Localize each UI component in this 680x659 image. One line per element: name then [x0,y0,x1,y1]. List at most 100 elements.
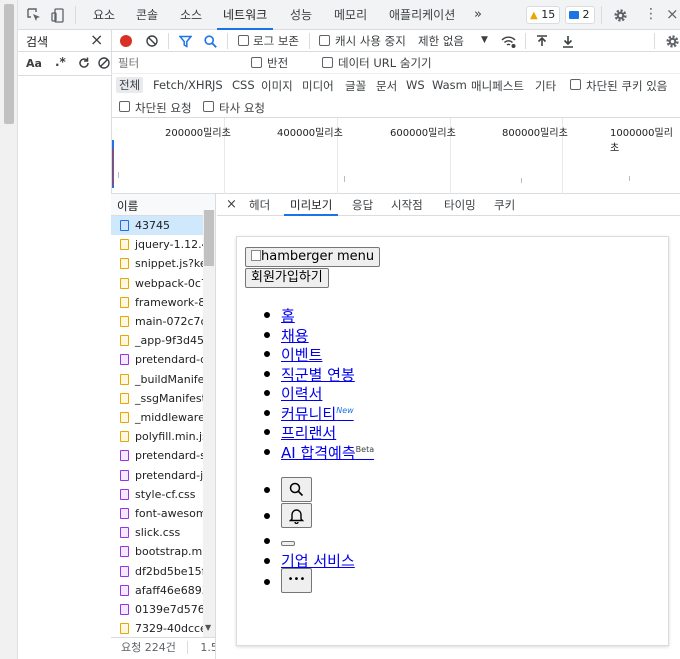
nav-link-events[interactable]: 이벤트 [281,344,322,365]
settings-gear-icon[interactable] [612,7,628,23]
tab-console[interactable]: 콘솔 [136,0,158,30]
import-har-icon[interactable] [535,33,549,49]
type-css[interactable]: CSS [232,78,255,92]
tab-sources[interactable]: 소스 [180,0,202,30]
tab-elements[interactable]: 요소 [93,0,115,30]
type-js[interactable]: JS [212,78,223,92]
disable-cache-checkbox[interactable] [319,35,330,46]
request-row[interactable]: style-cf.css [111,485,203,504]
page-scrollbar-thumb[interactable] [4,4,14,124]
tab-memory[interactable]: 메모리 [334,0,367,30]
request-row[interactable]: slick.css [111,523,203,542]
request-row[interactable]: bootstrap.min [111,542,203,561]
close-devtools-icon[interactable]: × [666,6,679,22]
network-conditions-icon[interactable] [500,33,516,49]
messages-badge[interactable]: 2 [565,6,595,24]
hamburger-menu-button[interactable]: hamberger menu [245,247,381,267]
blocked-cookies-checkbox[interactable] [570,79,581,90]
request-row[interactable]: jquery-1.12.4. [111,235,203,254]
timeline-overview[interactable]: 200000밀리초 400000밀리초 600000밀리초 800000밀리초 … [111,118,680,194]
invert-checkbox[interactable] [251,57,262,68]
nav-link-freelancer[interactable]: 프리랜서 [281,422,336,443]
notification-button[interactable] [281,503,312,528]
tab-preview[interactable]: 미리보기 [284,194,339,216]
request-row[interactable]: main-072c7c4 [111,312,203,331]
type-wasm[interactable]: Wasm [432,78,467,92]
tab-cookies[interactable]: 쿠키 [494,194,515,216]
type-fetch-xhr[interactable]: Fetch/XHR [153,78,213,92]
tab-response[interactable]: 응답 [352,194,373,216]
network-settings-gear-icon[interactable] [664,33,680,49]
tab-timing[interactable]: 타이밍 [444,194,476,216]
type-other[interactable]: 기타 [535,78,556,94]
request-row[interactable]: framework-81 [111,293,203,312]
request-row[interactable]: 0139e7d5760 [111,600,203,619]
chevron-down-icon[interactable]: ▼ [481,35,488,45]
filter-input[interactable] [113,54,243,72]
request-row[interactable]: _middleware. [111,408,203,427]
request-row[interactable]: 43745 [111,216,203,236]
request-row[interactable]: pretendard-d [111,350,203,369]
clear-search-icon[interactable] [97,56,111,70]
request-row[interactable]: df2bd5be15fe [111,562,203,581]
tab-headers[interactable]: 헤더 [249,194,270,216]
request-row[interactable]: polyfill.min.js? [111,427,203,446]
request-row[interactable]: pretendard-jp [111,466,203,485]
third-party-checkbox[interactable] [203,101,214,112]
inspect-element-icon[interactable] [26,7,42,23]
request-row[interactable]: 7329-40dcce4 [111,619,203,638]
type-doc[interactable]: 문서 [376,78,397,94]
nav-link-jobs[interactable]: 채용 [281,325,309,346]
signup-button[interactable]: 회원가입하기 [245,268,329,288]
tab-initiator[interactable]: 시작점 [391,194,423,216]
type-image[interactable]: 이미지 [261,78,293,94]
request-row[interactable]: font-awesom. [111,504,203,523]
tab-application[interactable]: 애플리케이션 [389,0,455,30]
throttle-select[interactable]: 제한 없음 [418,33,464,49]
warnings-badge[interactable]: ▲ 15 [526,6,560,24]
empty-button[interactable] [281,541,295,546]
request-row[interactable]: pretendard-st [111,446,203,465]
search-icon[interactable] [203,34,217,48]
device-toolbar-icon[interactable] [50,7,66,23]
type-media[interactable]: 미디어 [302,78,334,94]
request-list-scrollbar[interactable]: ▼ [203,210,215,637]
request-row[interactable]: _ssgManifest.j [111,389,203,408]
type-manifest[interactable]: 매니페스트 [471,78,524,94]
clear-icon[interactable] [145,34,159,48]
request-list-scrollbar-thumb[interactable] [204,210,214,266]
blocked-requests-checkbox[interactable] [119,101,130,112]
export-har-icon[interactable] [561,33,575,49]
request-row[interactable]: _buildManifes [111,370,203,389]
type-font[interactable]: 글꼴 [345,78,366,94]
tab-network[interactable]: 네트워크 [217,0,274,30]
type-all[interactable]: 전체 [116,77,144,93]
match-case-button[interactable]: Aa [26,57,42,70]
record-icon[interactable] [120,35,132,47]
nav-link-ai-prediction[interactable]: AI 합격예측Beta [281,442,374,463]
scroll-down-icon[interactable]: ▼ [205,623,211,632]
type-ws[interactable]: WS [406,78,425,92]
regex-button[interactable]: .* [55,55,66,69]
nav-link-home[interactable]: 홈 [281,305,295,326]
close-search-icon[interactable]: × [90,30,103,49]
filter-icon[interactable] [178,34,192,48]
more-tabs-button[interactable]: » [474,0,482,30]
more-options-icon[interactable]: ⋮ [644,6,658,22]
refresh-icon[interactable] [77,56,91,70]
page-scrollbar[interactable] [0,0,18,659]
request-row[interactable]: _app-9f3d45e [111,331,203,350]
hide-data-urls-checkbox[interactable] [322,57,333,68]
request-row[interactable]: afaff46e68939 [111,581,203,600]
nav-link-community[interactable]: 커뮤니티New [281,403,354,424]
request-row[interactable]: snippet.js?key [111,254,203,273]
nav-link-salary[interactable]: 직군별 연봉 [281,364,355,385]
more-menu-button[interactable]: ••• [281,568,312,593]
request-list-header[interactable]: 이름 [111,194,215,216]
close-detail-icon[interactable]: × [226,194,237,216]
nav-link-resume[interactable]: 이력서 [281,383,322,404]
request-row[interactable]: webpack-0c7. [111,274,203,293]
preserve-log-checkbox[interactable] [238,35,249,46]
search-button[interactable] [281,477,312,502]
tab-performance[interactable]: 성능 [290,0,312,30]
